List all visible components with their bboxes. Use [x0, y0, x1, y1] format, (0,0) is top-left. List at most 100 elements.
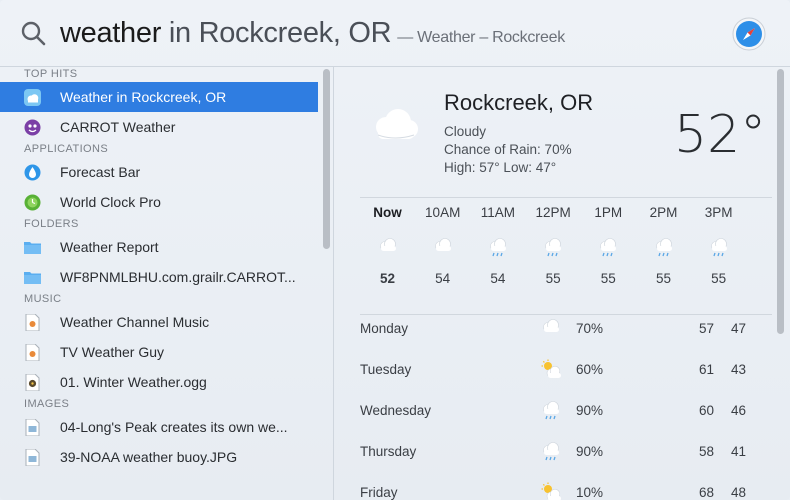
result-tv-weather-guy[interactable]: TV Weather Guy — [0, 337, 318, 367]
result-folder-weather-report[interactable]: Weather Report — [0, 232, 318, 262]
result-label: CARROT Weather — [60, 119, 176, 135]
carrot-weather-icon — [24, 119, 41, 136]
result-noaa-buoy[interactable]: 39-NOAA weather buoy.JPG — [0, 442, 318, 472]
cloud-icon — [376, 109, 418, 139]
result-label: Weather in Rockcreek, OR — [60, 89, 227, 105]
search-hint: — Weather – Rockcreek — [397, 29, 565, 46]
result-label: Weather Report — [60, 239, 159, 255]
result-label: Weather Channel Music — [60, 314, 210, 330]
weather-details: Cloudy Chance of Rain: 70% High: 57° Low… — [444, 123, 572, 177]
result-label: 04-Long's Peak creates its own we... — [60, 419, 288, 435]
low-temperature: 47 — [730, 321, 746, 336]
hour-temperature: 55 — [655, 271, 672, 286]
result-label: 01. Winter Weather.ogg — [60, 374, 207, 390]
hour-temperature: 55 — [545, 271, 561, 286]
day-name: Tuesday — [360, 362, 412, 377]
hour-temperature: 54 — [490, 271, 506, 286]
hour-column: Now 52 — [360, 205, 415, 286]
day-row: Wednesday 90% 60 46 — [360, 397, 772, 438]
rain-icon — [540, 441, 562, 463]
hour-temperature: 55 — [711, 271, 727, 286]
forecast-bar-icon — [24, 164, 41, 181]
hour-column: 12PM 55 — [526, 205, 581, 286]
hour-column: 3PM 55 — [691, 205, 746, 286]
rain-icon — [540, 400, 562, 422]
cloud-icon — [540, 318, 562, 340]
ogg-file-icon — [25, 374, 40, 391]
result-label: TV Weather Guy — [60, 344, 165, 360]
rain-percent: 60% — [576, 362, 604, 377]
result-weather-rockcreek[interactable]: Weather in Rockcreek, OR — [0, 82, 318, 112]
result-world-clock-pro[interactable]: World Clock Pro — [0, 187, 318, 217]
high-low: High: 57° Low: 47° — [444, 160, 557, 175]
safari-compass-icon[interactable] — [732, 17, 766, 51]
low-temperature: 41 — [730, 444, 746, 459]
search-query[interactable]: weather in Rockcreek, OR — Weather – Rock… — [60, 14, 565, 57]
hour-label: 2PM — [649, 205, 678, 220]
section-images: IMAGES — [24, 398, 70, 410]
hour-column: 10AM 54 — [415, 205, 470, 286]
high-temperature: 61 — [698, 362, 714, 377]
folder-icon — [24, 242, 41, 254]
hour-label: 1PM — [594, 205, 623, 220]
low-temperature: 46 — [730, 403, 746, 418]
cloud-icon — [432, 237, 454, 259]
rain-icon — [542, 237, 564, 259]
result-label: 39-NOAA weather buoy.JPG — [60, 449, 238, 465]
rain-percent: 90% — [576, 444, 604, 459]
daily-forecast: Monday 70% 57 47 Tuesday 60% 61 43 Wednesday 90% 6… — [360, 315, 772, 500]
search-autocomplete: in Rockcreek, OR — [161, 17, 392, 49]
audio-file-icon — [25, 314, 40, 331]
result-weather-channel-music[interactable]: Weather Channel Music — [0, 307, 318, 337]
sun-cloud-icon — [540, 482, 562, 500]
hour-label: 10AM — [425, 205, 461, 220]
preview-scrollbar[interactable] — [777, 69, 784, 334]
divider — [360, 197, 772, 198]
section-music: MUSIC — [24, 293, 62, 305]
rain-percent: 10% — [576, 485, 604, 500]
rain-icon — [708, 237, 730, 259]
audio-file-icon — [25, 344, 40, 361]
hour-column: 2PM 55 — [636, 205, 691, 286]
result-folder-carrot[interactable]: WF8PNMLBHU.com.grailr.CARROT... — [0, 262, 318, 292]
folder-icon — [24, 272, 41, 284]
spotlight-window: weather in Rockcreek, OR — Weather – Rock… — [0, 0, 790, 500]
high-temperature: 57 — [698, 321, 714, 336]
current-temperature: 52° — [674, 105, 767, 165]
city-name: Rockcreek, OR — [444, 90, 594, 115]
results-list: TOP HITS Weather in Rockcreek, OR CARROT… — [0, 67, 334, 500]
high-temperature: 60 — [698, 403, 714, 418]
result-label: Forecast Bar — [60, 164, 141, 180]
result-label: WF8PNMLBHU.com.grailr.CARROT... — [60, 269, 296, 285]
result-carrot-weather[interactable]: CARROT Weather — [0, 112, 318, 142]
rain-percent: 90% — [576, 403, 604, 418]
day-row: Thursday 90% 58 41 — [360, 438, 772, 479]
result-longs-peak[interactable]: 04-Long's Peak creates its own we... — [0, 412, 318, 442]
low-temperature: 43 — [730, 362, 746, 377]
day-row: Friday 10% 68 48 — [360, 479, 772, 500]
low-temperature: 48 — [730, 485, 746, 500]
hour-column: 1PM 55 — [581, 205, 636, 286]
day-name: Monday — [360, 321, 409, 336]
result-forecast-bar[interactable]: Forecast Bar — [0, 157, 318, 187]
world-clock-icon — [24, 194, 41, 211]
high-temperature: 58 — [698, 444, 714, 459]
hour-label: Now — [373, 205, 402, 220]
hour-label: 12PM — [535, 205, 571, 220]
hour-temperature: 52 — [379, 271, 396, 286]
day-name: Wednesday — [360, 403, 432, 418]
hour-label: 11AM — [480, 205, 516, 220]
result-winter-weather-ogg[interactable]: 01. Winter Weather.ogg — [0, 367, 318, 397]
rain-icon — [487, 237, 509, 259]
results-scrollbar[interactable] — [323, 69, 330, 249]
search-bar[interactable]: weather in Rockcreek, OR — Weather – Rock… — [0, 0, 790, 67]
high-temperature: 68 — [698, 485, 714, 500]
sun-cloud-icon — [540, 359, 562, 381]
section-applications: APPLICATIONS — [24, 143, 109, 155]
rain-icon — [597, 237, 619, 259]
rain-percent: 70% — [576, 321, 604, 336]
result-label: World Clock Pro — [60, 194, 161, 210]
image-file-icon — [25, 419, 40, 436]
weather-app-icon — [24, 89, 41, 106]
hour-temperature: 54 — [435, 271, 451, 286]
